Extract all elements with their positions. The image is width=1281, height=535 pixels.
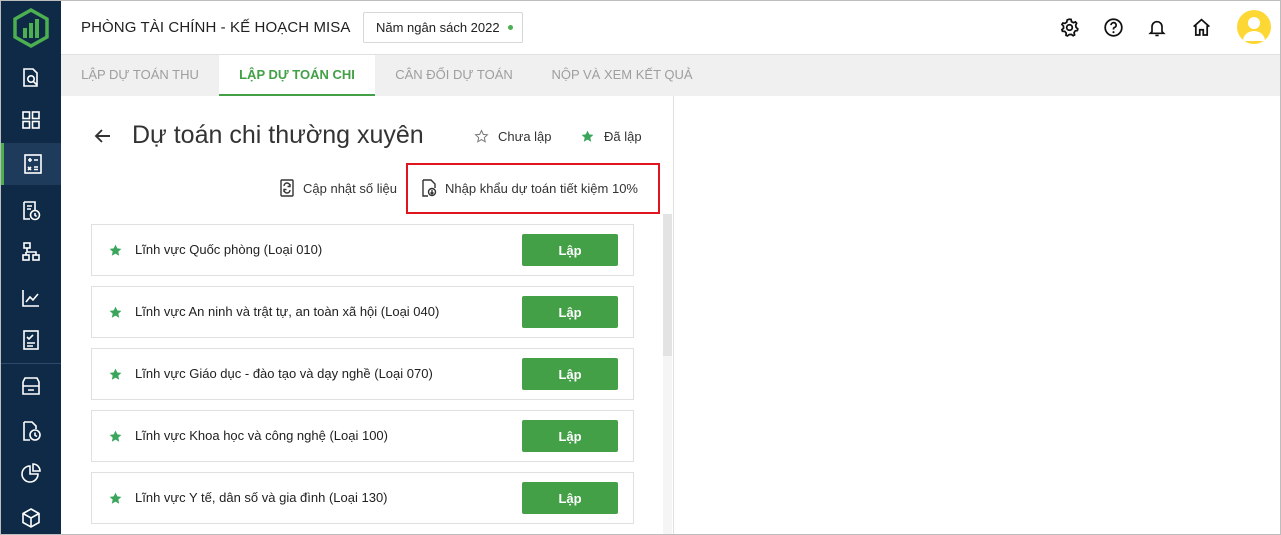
user-avatar[interactable] (1237, 10, 1271, 44)
import-savings-button[interactable]: Nhập khẩu dự toán tiết kiệm 10% (421, 179, 638, 197)
tab-revenue-estimate[interactable]: LẬP DỰ TOÁN THU (61, 55, 219, 96)
star-filled-icon (109, 244, 122, 256)
nav-budget-calculator[interactable] (1, 143, 61, 185)
create-budget-button[interactable]: Lập (522, 358, 618, 390)
user-icon (1243, 17, 1265, 41)
nav-statistics[interactable] (1, 452, 61, 494)
notifications-button[interactable] (1146, 16, 1168, 38)
settings-button[interactable] (1058, 16, 1080, 38)
create-budget-button[interactable]: Lập (522, 296, 618, 328)
legend-done: Đã lập (580, 129, 642, 144)
file-clock-icon (23, 421, 41, 441)
field-label: Lĩnh vực An ninh và trật tự, an toàn xã … (135, 304, 440, 319)
nav-history[interactable] (1, 410, 61, 452)
top-header: PHÒNG TÀI CHÍNH - KẾ HOẠCH MISA Năm ngân… (61, 1, 1280, 55)
nav-package[interactable] (1, 497, 61, 534)
star-filled-icon (109, 430, 122, 442)
budget-year-selector[interactable]: Năm ngân sách 2022 (363, 12, 523, 43)
field-row: Lĩnh vực An ninh và trật tự, an toàn xã … (91, 286, 634, 338)
nav-search[interactable] (1, 57, 61, 99)
cube-icon (22, 508, 40, 528)
field-row: Lĩnh vực Quốc phòng (Loại 010) Lập (91, 224, 634, 276)
star-outline-icon (474, 129, 489, 143)
field-row: Lĩnh vực Y tế, dân số và gia đình (Loại … (91, 472, 634, 524)
scrollbar-thumb[interactable] (663, 214, 672, 356)
sidebar (1, 1, 61, 534)
field-label: Lĩnh vực Y tế, dân số và gia đình (Loại … (135, 490, 388, 505)
dashboard-icon (22, 111, 40, 129)
nav-report-time[interactable] (1, 190, 61, 232)
app-window: PHÒNG TÀI CHÍNH - KẾ HOẠCH MISA Năm ngân… (0, 0, 1281, 535)
nav-analytics[interactable] (1, 277, 61, 319)
legend-pending-label: Chưa lập (498, 129, 552, 144)
sidebar-divider (1, 363, 61, 364)
tab-expense-estimate[interactable]: LẬP DỰ TOÁN CHI (219, 55, 375, 96)
star-filled-icon (109, 306, 122, 318)
archive-icon (22, 377, 40, 395)
update-data-label: Cập nhật số liệu (303, 180, 397, 196)
field-row: Lĩnh vực Khoa học và công nghệ (Loại 100… (91, 410, 634, 462)
star-filled-icon (109, 368, 122, 380)
import-savings-label: Nhập khẩu dự toán tiết kiệm 10% (445, 180, 638, 196)
nav-report[interactable] (1, 319, 61, 361)
detail-panel (674, 96, 1280, 534)
tab-submit-results[interactable]: NỘP VÀ XEM KẾT QUẢ (533, 55, 711, 96)
star-filled-icon (109, 492, 122, 504)
create-budget-button[interactable]: Lập (522, 482, 618, 514)
nav-dashboard[interactable] (1, 99, 61, 141)
sheet-refresh-icon (280, 179, 294, 197)
tab-bar: LẬP DỰ TOÁN THU LẬP DỰ TOÁN CHI CÂN ĐỐI … (61, 55, 1280, 96)
file-import-icon (422, 179, 437, 197)
create-budget-button[interactable]: Lập (522, 234, 618, 266)
home-button[interactable] (1190, 16, 1212, 38)
line-chart-icon (22, 290, 39, 307)
nav-archive[interactable] (1, 365, 61, 407)
field-label: Lĩnh vực Quốc phòng (Loại 010) (135, 242, 323, 257)
app-logo[interactable] (1, 1, 61, 55)
create-budget-button[interactable]: Lập (522, 420, 618, 452)
misa-logo-icon (13, 8, 49, 48)
help-button[interactable] (1102, 16, 1124, 38)
gear-icon (1060, 17, 1079, 37)
update-data-button[interactable]: Cập nhật số liệu (279, 179, 397, 197)
page-title: Dự toán chi thường xuyên (132, 121, 424, 149)
hierarchy-icon (22, 242, 40, 261)
status-dot (507, 25, 513, 30)
calculator-icon (23, 154, 42, 174)
field-row: Lĩnh vực Giáo dục - đào tạo và dạy nghề … (91, 348, 634, 400)
pie-chart-icon (21, 463, 41, 483)
legend-done-label: Đã lập (604, 129, 642, 144)
tab-budget-balance[interactable]: CÂN ĐỐI DỰ TOÁN (375, 55, 533, 96)
budget-year-label: Năm ngân sách 2022 (376, 20, 500, 35)
nav-organization[interactable] (1, 231, 61, 273)
question-circle-icon (1103, 17, 1123, 37)
back-arrow-icon[interactable] (93, 125, 113, 147)
field-label: Lĩnh vực Khoa học và công nghệ (Loại 100… (135, 428, 388, 443)
star-filled-icon (581, 130, 594, 142)
report-icon (23, 330, 39, 350)
bell-icon (1148, 20, 1166, 36)
document-clock-icon (23, 201, 41, 221)
home-icon (1192, 17, 1210, 36)
app-title: PHÒNG TÀI CHÍNH - KẾ HOẠCH MISA (81, 19, 351, 36)
field-label: Lĩnh vực Giáo dục - đào tạo và dạy nghề … (135, 366, 433, 381)
document-search-icon (23, 68, 38, 87)
legend-pending: Chưa lập (474, 129, 552, 144)
